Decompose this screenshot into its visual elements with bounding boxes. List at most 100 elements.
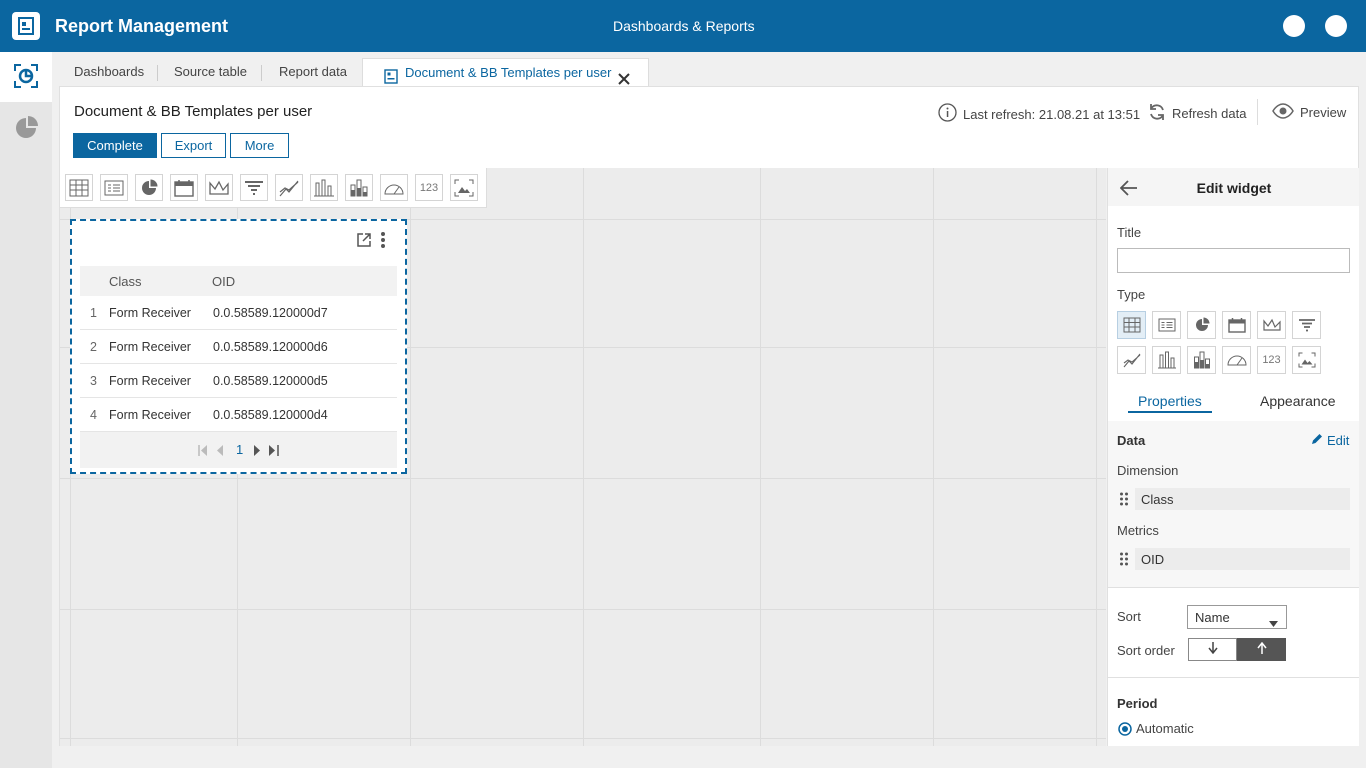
line-widget-icon[interactable]: [275, 174, 303, 201]
more-vertical-icon[interactable]: [380, 232, 386, 251]
grid-line: [933, 168, 934, 746]
sort-ascending-button[interactable]: [1237, 638, 1286, 661]
last-page-icon[interactable]: [269, 444, 279, 459]
preview-button[interactable]: Preview: [1272, 103, 1346, 122]
column-header-oid[interactable]: OID: [212, 274, 235, 289]
sort-value: Name: [1195, 610, 1230, 625]
bar-widget-icon[interactable]: [310, 174, 338, 201]
eye-icon: [1272, 103, 1294, 122]
dimension-chip[interactable]: Class: [1135, 488, 1350, 510]
sort-order-label: Sort order: [1117, 643, 1175, 658]
tab-divider: [157, 65, 158, 81]
grid-line: [410, 168, 411, 746]
drag-handle-icon[interactable]: [1119, 492, 1129, 506]
page-header: Document & BB Templates per user Complet…: [59, 86, 1359, 168]
table-widget-icon[interactable]: [65, 174, 93, 201]
funnel-widget-icon[interactable]: [240, 174, 268, 201]
list-type-icon[interactable]: [1152, 311, 1181, 339]
dimension-label: Dimension: [1117, 463, 1179, 478]
drag-handle-icon[interactable]: [1119, 552, 1129, 566]
more-button[interactable]: More: [230, 133, 289, 158]
refresh-data-button[interactable]: Refresh data: [1148, 103, 1246, 124]
tab-document-templates[interactable]: Document & BB Templates per user: [362, 58, 649, 87]
metric-chip[interactable]: OID: [1135, 548, 1350, 570]
gauge-widget-icon[interactable]: [380, 174, 408, 201]
edit-data-button[interactable]: Edit: [1311, 433, 1349, 448]
cell-class: Form Receiver: [109, 374, 191, 388]
cell-class: Form Receiver: [109, 306, 191, 320]
number-type-icon[interactable]: 123: [1257, 346, 1286, 374]
panel-header: Edit widget: [1108, 168, 1359, 206]
image-type-icon[interactable]: [1292, 346, 1321, 374]
arrow-down-icon: [1207, 642, 1218, 657]
user-avatar[interactable]: [1325, 15, 1347, 37]
grid-line: [60, 609, 1106, 610]
sort-select[interactable]: Name: [1187, 605, 1287, 629]
table-header: Class OID: [80, 266, 397, 296]
table-type-icon[interactable]: [1117, 311, 1146, 339]
grid-line: [60, 478, 1106, 479]
calendar-widget-icon[interactable]: [170, 174, 198, 201]
section-divider: [1108, 677, 1359, 678]
panel-title: Edit widget: [1196, 180, 1272, 196]
area-type-icon[interactable]: [1257, 311, 1286, 339]
tab-divider: [261, 65, 262, 81]
notifications-button[interactable]: [1283, 15, 1305, 37]
table-row[interactable]: 4 Form Receiver 0.0.58589.120000d4: [80, 398, 397, 432]
table-widget[interactable]: Class OID 1 Form Receiver 0.0.58589.1200…: [70, 219, 407, 474]
expand-icon[interactable]: [357, 233, 371, 250]
rail-reports-button[interactable]: [0, 104, 52, 154]
app-header: Report Management Dashboards & Reports: [0, 0, 1366, 52]
table-row[interactable]: 1 Form Receiver 0.0.58589.120000d7: [80, 296, 397, 330]
calendar-type-icon[interactable]: [1222, 311, 1251, 339]
area-widget-icon[interactable]: [205, 174, 233, 201]
gauge-type-icon[interactable]: [1222, 346, 1251, 374]
row-number: 4: [90, 408, 97, 422]
tab-appearance[interactable]: Appearance: [1260, 393, 1336, 409]
period-automatic-option[interactable]: Automatic: [1136, 721, 1194, 736]
data-label: Data: [1117, 433, 1146, 448]
first-page-icon[interactable]: [198, 444, 208, 459]
export-button[interactable]: Export: [161, 133, 226, 158]
sort-descending-button[interactable]: [1188, 638, 1237, 661]
row-number: 1: [90, 306, 97, 320]
cell-class: Form Receiver: [109, 340, 191, 354]
app-title: Report Management: [55, 16, 229, 36]
radio-selected-icon[interactable]: [1118, 722, 1132, 739]
left-rail: [0, 52, 52, 768]
tab-report-data[interactable]: Report data: [279, 58, 347, 86]
line-type-icon[interactable]: [1117, 346, 1146, 374]
bar-type-icon[interactable]: [1152, 346, 1181, 374]
tab-source-table[interactable]: Source table: [174, 58, 247, 86]
stacked-bar-widget-icon[interactable]: [345, 174, 373, 201]
widget-title-input[interactable]: [1117, 248, 1350, 273]
complete-button[interactable]: Complete: [73, 133, 157, 158]
prev-page-icon[interactable]: [217, 444, 224, 459]
next-page-icon[interactable]: [254, 444, 261, 459]
pie-type-icon[interactable]: [1187, 311, 1216, 339]
row-number: 3: [90, 374, 97, 388]
image-widget-icon[interactable]: [450, 174, 478, 201]
grid-line: [760, 168, 761, 746]
row-number: 2: [90, 340, 97, 354]
cell-oid: 0.0.58589.120000d5: [213, 374, 328, 388]
rail-dashboard-button[interactable]: [0, 52, 52, 102]
number-widget-icon[interactable]: 123: [415, 174, 443, 201]
funnel-type-icon[interactable]: [1292, 311, 1321, 339]
table-row[interactable]: 3 Form Receiver 0.0.58589.120000d5: [80, 364, 397, 398]
table-row[interactable]: 2 Form Receiver 0.0.58589.120000d6: [80, 330, 397, 364]
tab-properties[interactable]: Properties: [1138, 393, 1202, 409]
list-widget-icon[interactable]: [100, 174, 128, 201]
title-label: Title: [1117, 225, 1142, 240]
info-icon: [938, 103, 957, 125]
refresh-label: Refresh data: [1172, 106, 1247, 121]
pie-widget-icon[interactable]: [135, 174, 163, 201]
dashboard-canvas[interactable]: 123 Class OID 1 Form Receiver 0.0.58589.…: [59, 168, 1106, 746]
header-divider: [1257, 99, 1258, 125]
pencil-icon: [1311, 433, 1323, 448]
tab-dashboards[interactable]: Dashboards: [74, 58, 144, 86]
stacked-bar-type-icon[interactable]: [1187, 346, 1216, 374]
grid-line: [1096, 168, 1097, 746]
current-page[interactable]: 1: [236, 442, 243, 457]
column-header-class[interactable]: Class: [109, 274, 142, 289]
